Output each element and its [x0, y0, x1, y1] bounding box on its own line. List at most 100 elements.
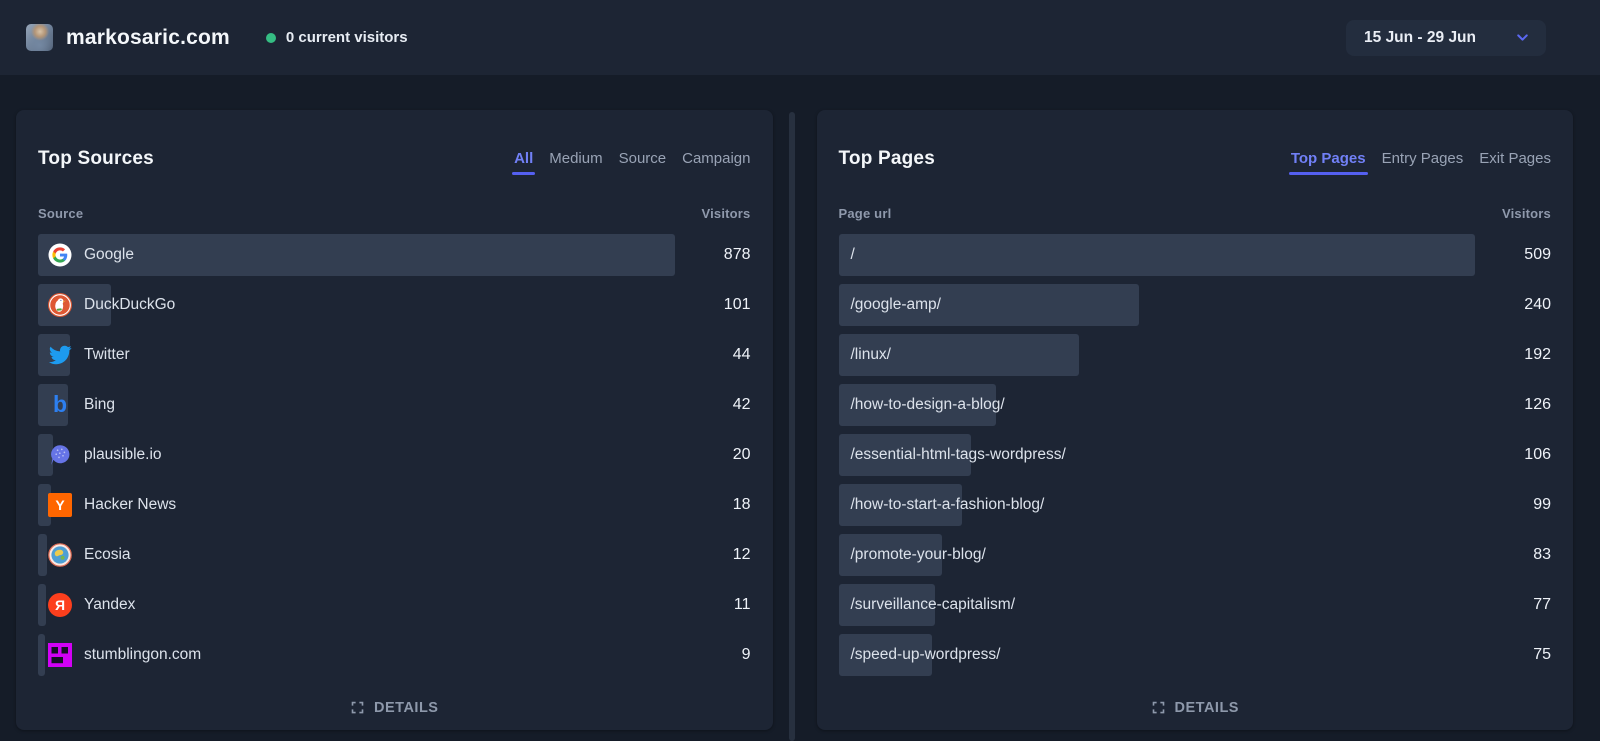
- row-value: 77: [1475, 596, 1551, 614]
- source-row[interactable]: plausible.io 20: [38, 434, 751, 476]
- top-pages-panel: Top Pages Top Pages Entry Pages Exit Pages…: [817, 110, 1574, 730]
- row-value: 75: [1475, 646, 1551, 664]
- row-label[interactable]: /google-amp/: [851, 296, 941, 314]
- top-sources-list: Google 878 DuckDuckGo101 Twitter 44 b Bing 42 pl…: [38, 234, 751, 684]
- expand-icon: [1151, 700, 1166, 715]
- row-label[interactable]: Yandex: [84, 596, 135, 614]
- site-name: markosaric.com: [66, 26, 230, 50]
- bar-area: ЯYandex: [38, 584, 675, 626]
- page-row[interactable]: /promote-your-blog/83: [839, 534, 1552, 576]
- bar-area: Google: [38, 234, 675, 276]
- tab-top-pages[interactable]: Top Pages: [1291, 150, 1366, 167]
- bar-area: b Bing: [38, 384, 675, 426]
- row-value: 20: [675, 446, 751, 464]
- page-row[interactable]: /how-to-design-a-blog/126: [839, 384, 1552, 426]
- bar-area: /how-to-start-a-fashion-blog/: [839, 484, 1476, 526]
- source-row[interactable]: DuckDuckGo101: [38, 284, 751, 326]
- row-value: 12: [675, 546, 751, 564]
- source-row[interactable]: stumblingon.com 9: [38, 634, 751, 676]
- page-row[interactable]: /surveillance-capitalism/77: [839, 584, 1552, 626]
- bing-favicon: b: [48, 393, 72, 417]
- page-row[interactable]: /how-to-start-a-fashion-blog/99: [839, 484, 1552, 526]
- tab-medium[interactable]: Medium: [549, 150, 602, 167]
- page-row[interactable]: /speed-up-wordpress/75: [839, 634, 1552, 676]
- hackernews-favicon: Y: [48, 493, 72, 517]
- top-sources-tabs: All Medium Source Campaign: [514, 150, 750, 167]
- bar-area: /google-amp/: [839, 284, 1476, 326]
- top-sources-panel: Top Sources All Medium Source Campaign Sour…: [16, 110, 773, 730]
- source-row[interactable]: b Bing 42: [38, 384, 751, 426]
- top-sources-title: Top Sources: [38, 148, 154, 170]
- page-row[interactable]: / 509: [839, 234, 1552, 276]
- tab-source[interactable]: Source: [619, 150, 667, 167]
- page-row[interactable]: /google-amp/240: [839, 284, 1552, 326]
- row-label[interactable]: Twitter: [84, 346, 130, 364]
- row-value: 878: [675, 246, 751, 264]
- bar-area: /how-to-design-a-blog/: [839, 384, 1476, 426]
- row-label[interactable]: Bing: [84, 396, 115, 414]
- bar-area: Twitter: [38, 334, 675, 376]
- row-label[interactable]: /promote-your-blog/: [851, 546, 986, 564]
- row-label[interactable]: plausible.io: [84, 446, 162, 464]
- top-pages-tabs: Top Pages Entry Pages Exit Pages: [1291, 150, 1551, 167]
- date-range-picker[interactable]: 15 Jun - 29 Jun: [1346, 20, 1546, 56]
- chevron-down-icon: [1514, 29, 1531, 46]
- stumblingon-favicon: [48, 643, 72, 667]
- page-row[interactable]: /essential-html-tags-wordpress/106: [839, 434, 1552, 476]
- row-label[interactable]: /how-to-start-a-fashion-blog/: [851, 496, 1045, 514]
- row-value: 44: [675, 346, 751, 364]
- tab-campaign[interactable]: Campaign: [682, 150, 750, 167]
- row-value: 192: [1475, 346, 1551, 364]
- sources-details-button[interactable]: DETAILS: [38, 684, 751, 738]
- tab-all[interactable]: All: [514, 150, 533, 167]
- source-row[interactable]: ЯYandex11: [38, 584, 751, 626]
- source-row[interactable]: Google 878: [38, 234, 751, 276]
- row-label[interactable]: /surveillance-capitalism/: [851, 596, 1016, 614]
- bar-area: Ecosia: [38, 534, 675, 576]
- visitors-column-header: Visitors: [701, 206, 750, 221]
- tab-entry-pages[interactable]: Entry Pages: [1382, 150, 1464, 167]
- value-bar: [839, 234, 1476, 276]
- row-value: 106: [1475, 446, 1551, 464]
- google-favicon: [48, 243, 72, 267]
- site-identity[interactable]: markosaric.com: [26, 24, 230, 51]
- row-value: 83: [1475, 546, 1551, 564]
- row-label[interactable]: /speed-up-wordpress/: [851, 646, 1001, 664]
- source-row[interactable]: Ecosia 12: [38, 534, 751, 576]
- plausible-favicon: [48, 443, 72, 467]
- source-row[interactable]: YHacker News18: [38, 484, 751, 526]
- current-visitors[interactable]: 0 current visitors: [266, 29, 408, 46]
- row-label[interactable]: Google: [84, 246, 134, 264]
- row-label[interactable]: Hacker News: [84, 496, 176, 514]
- twitter-favicon: [48, 343, 72, 367]
- row-label[interactable]: /: [851, 246, 855, 264]
- source-column-header: Source: [38, 206, 83, 221]
- pages-details-button[interactable]: DETAILS: [839, 684, 1552, 738]
- row-value: 240: [1475, 296, 1551, 314]
- pages-details-label: DETAILS: [1175, 700, 1239, 716]
- row-label[interactable]: /how-to-design-a-blog/: [851, 396, 1005, 414]
- source-row[interactable]: Twitter 44: [38, 334, 751, 376]
- visitors-column-header: Visitors: [1502, 206, 1551, 221]
- page-row[interactable]: /linux/192: [839, 334, 1552, 376]
- row-label[interactable]: stumblingon.com: [84, 646, 201, 664]
- row-label[interactable]: Ecosia: [84, 546, 131, 564]
- ecosia-favicon: [48, 543, 72, 567]
- expand-icon: [350, 700, 365, 715]
- bar-area: /promote-your-blog/: [839, 534, 1476, 576]
- date-range-label: 15 Jun - 29 Jun: [1364, 29, 1476, 47]
- top-pages-list: / 509/google-amp/240/linux/192/how-to-des…: [839, 234, 1552, 684]
- row-value: 9: [675, 646, 751, 664]
- sources-details-label: DETAILS: [374, 700, 438, 716]
- row-value: 42: [675, 396, 751, 414]
- scrollbar[interactable]: [789, 112, 795, 741]
- row-label[interactable]: /linux/: [851, 346, 892, 364]
- tab-exit-pages[interactable]: Exit Pages: [1479, 150, 1551, 167]
- row-label[interactable]: /essential-html-tags-wordpress/: [851, 446, 1066, 464]
- bar-area: /linux/: [839, 334, 1476, 376]
- row-value: 509: [1475, 246, 1551, 264]
- row-label[interactable]: DuckDuckGo: [84, 296, 175, 314]
- row-value: 126: [1475, 396, 1551, 414]
- bar-area: /: [839, 234, 1476, 276]
- bar-area: Y Hacker News: [38, 484, 675, 526]
